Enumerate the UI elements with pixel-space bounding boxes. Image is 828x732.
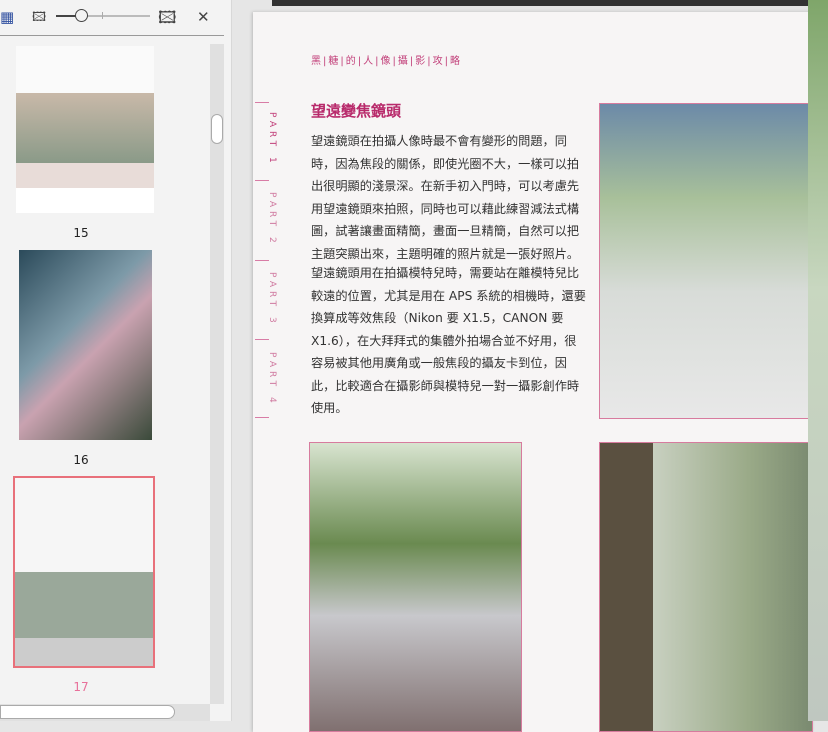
photo-umbrella [599,103,813,419]
photo-tree [599,442,813,732]
document-page: 黑|糖|的|人|像|攝|影|攻|略 PART 1 PART 2 PART 3 P… [253,12,813,732]
vertical-scrollbar[interactable] [210,44,224,704]
zoom-slider[interactable] [56,9,150,22]
page-thumbnail-16[interactable] [19,250,152,440]
page-thumbnail-17[interactable] [13,476,155,668]
close-icon[interactable]: ✕ [197,8,210,26]
large-image-icon[interactable]: 🖾 [158,5,177,34]
slider-knob[interactable] [75,9,88,22]
previous-page-edge [272,0,808,6]
thumbnail-sidebar: ▦ 🖾 🖾 ✕ 15 16 17 [0,0,232,721]
next-page-edge [808,0,828,721]
scrollbar-thumb[interactable] [211,114,223,144]
photo-sunglasses [309,442,522,732]
part-label: PART 4 [267,352,277,407]
series-title: 黑|糖|的|人|像|攝|影|攻|略 [311,56,462,67]
small-image-icon[interactable]: 🖾 [32,8,46,30]
section-heading: 望遠變焦鏡頭 [311,102,402,120]
horizontal-scrollbar[interactable] [0,704,210,721]
paragraph: 望遠鏡頭用在拍攝模特兒時，需要站在離模特兒比較遠的位置，尤其是用在 APS 系統… [311,266,586,415]
part-label: PART 3 [267,272,277,327]
page-number: 16 [73,453,89,467]
part-label: PART 2 [267,192,277,247]
page-thumbnail-15[interactable] [16,46,154,213]
scrollbar-thumb[interactable] [0,705,175,719]
part-label: PART 1 [267,112,277,167]
thumbnail-view-icon[interactable]: ▦ [0,8,14,26]
sidebar-toolbar: ▦ 🖾 🖾 ✕ [0,0,224,36]
page-number: 17 [73,680,89,694]
paragraph: 望遠鏡頭在拍攝人像時最不會有變形的問題，同時，因為焦段的關係，即使光圈不大，一樣… [311,134,580,261]
page-number: 15 [73,226,89,240]
